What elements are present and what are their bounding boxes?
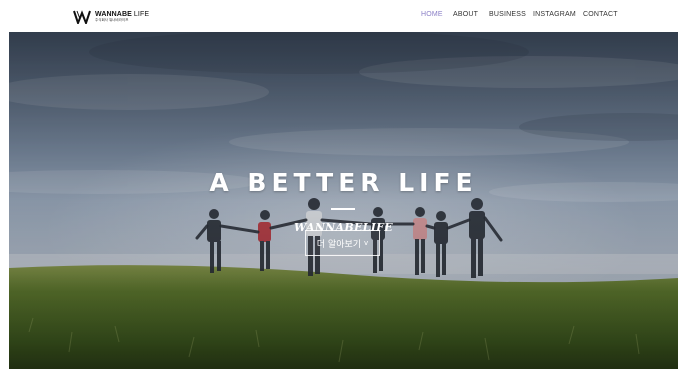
- logo-mark-icon: [73, 10, 91, 24]
- hero-section: A BETTER LIFE WANNABELIFE 더 알아보기 v: [9, 32, 678, 369]
- logo-title-light: LIFE: [131, 11, 150, 19]
- chevron-down-icon: v: [364, 239, 369, 247]
- hero-title: A BETTER LIFE: [209, 168, 478, 197]
- logo-text: WANNABE LIFE 주식회사 워너비라이프: [95, 11, 149, 23]
- nav-contact[interactable]: CONTACT: [583, 11, 618, 18]
- hero-background-image: [9, 32, 678, 369]
- brand-logo[interactable]: WANNABE LIFE 주식회사 워너비라이프: [73, 9, 149, 25]
- nav-instagram[interactable]: INSTAGRAM: [533, 11, 576, 18]
- navbar: WANNABE LIFE 주식회사 워너비라이프 HOME ABOUT BUSI…: [0, 0, 681, 32]
- nav-home[interactable]: HOME: [421, 11, 443, 18]
- logo-subtitle: 주식회사 워너비라이프: [95, 18, 129, 23]
- nav-about[interactable]: ABOUT: [453, 11, 478, 18]
- nav-business[interactable]: BUSINESS: [489, 11, 526, 18]
- learn-more-label: 더 알아보기: [316, 239, 362, 250]
- hero-divider: [331, 208, 355, 210]
- learn-more-button[interactable]: 더 알아보기 v: [305, 230, 380, 256]
